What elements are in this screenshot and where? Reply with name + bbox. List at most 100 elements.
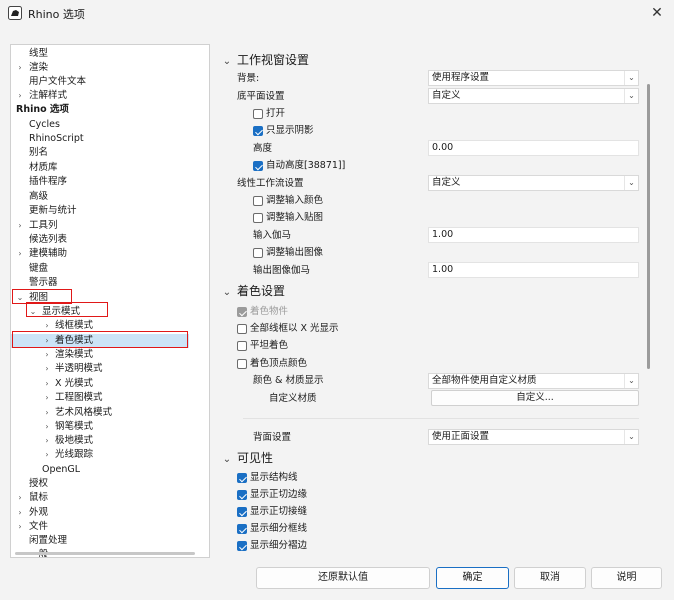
tree-item-files[interactable]: › 文件 [11,520,207,534]
tree-item-modeling-aids[interactable]: › 建模辅助 [11,247,207,261]
tree-item-library[interactable]: 材质库 [11,161,207,175]
show-tangent-seams-checkbox[interactable] [237,507,247,517]
tree-item-shaded-mode[interactable]: › 着色模式 [11,334,189,348]
settings-scrollbar[interactable] [647,84,650,369]
section-shading-settings[interactable]: ⌄ 着色设置 [221,282,285,300]
tree-item-artistic-mode[interactable]: › 艺术风格模式 [11,406,207,420]
tree-item-ghosted-mode[interactable]: › 半透明模式 [11,362,207,376]
chevron-right-icon[interactable]: › [42,377,52,391]
chevron-down-icon[interactable]: ⌄ [221,53,233,71]
cancel-button[interactable]: 取消 [514,567,586,589]
close-button[interactable]: ✕ [646,3,668,23]
chevron-right-icon[interactable]: › [42,319,52,333]
tree-horizontal-scrollbar[interactable] [15,552,195,555]
tree-item-linetypes[interactable]: 线型 [11,47,207,61]
chevron-right-icon[interactable]: › [15,247,25,261]
tree-item-cycles[interactable]: Cycles [11,118,207,132]
chevron-down-icon[interactable]: ⌄ [624,430,638,444]
tree-item-display-modes[interactable]: ⌄ 显示模式 [11,305,207,319]
chevron-right-icon[interactable]: › [15,491,25,505]
chevron-down-icon[interactable]: ⌄ [624,71,638,85]
xray-all-checkbox[interactable] [237,324,247,334]
tree-item-keyboard[interactable]: 键盘 [11,262,207,276]
tree-item-advanced[interactable]: 高级 [11,190,207,204]
chevron-right-icon[interactable]: › [15,219,25,233]
tree-item-licenses[interactable]: 授权 [11,477,207,491]
chevron-right-icon[interactable]: › [42,348,52,362]
shade-objects-checkbox[interactable] [237,307,247,317]
tree-item-raytraced-mode[interactable]: › 光线跟踪 [11,448,207,462]
tree-item-rendered-mode[interactable]: › 渲染模式 [11,348,207,362]
tree-item-rhinoscript[interactable]: RhinoScript [11,132,207,146]
vertex-color-checkbox[interactable] [237,359,247,369]
auto-height-checkbox[interactable] [253,161,263,171]
chevron-down-icon[interactable]: ⌄ [624,176,638,190]
divider [243,418,639,419]
output-gamma-input[interactable]: 1.00 [428,262,639,278]
chevron-right-icon[interactable]: › [15,506,25,520]
color-material-dropdown[interactable]: 全部物件使用自定义材质 ⌄ [428,373,639,389]
tree-item-mouse[interactable]: › 鼠标 [11,491,207,505]
help-button[interactable]: 说明 [591,567,662,589]
restore-defaults-button[interactable]: 还原默认值 [256,567,430,589]
tree-item-annotation-styles[interactable]: › 注解样式 [11,89,207,103]
tree-item-appearance[interactable]: › 外观 [11,506,207,520]
chevron-down-icon[interactable]: ⌄ [624,89,638,103]
section-viewport-settings[interactable]: ⌄ 工作视窗设置 [221,51,309,69]
ground-plane-dropdown[interactable]: 自定义 ⌄ [428,88,639,104]
linear-workflow-dropdown[interactable]: 自定义 ⌄ [428,175,639,191]
tree-item-opengl[interactable]: OpenGL [11,463,207,477]
tree-item-aliases[interactable]: 别名 [11,146,207,160]
adjust-input-texture-checkbox[interactable] [253,213,263,223]
ok-button[interactable]: 确定 [436,567,509,589]
tree-item-user-text[interactable]: 用户文件文本 [11,75,207,89]
background-label: 背景: [237,73,260,84]
show-isocurves-checkbox[interactable] [237,473,247,483]
tree-item-candidate-list[interactable]: 候选列表 [11,233,207,247]
tree-item-updates[interactable]: 更新与统计 [11,204,207,218]
chevron-right-icon[interactable]: › [15,89,25,103]
chevron-right-icon[interactable]: › [42,448,52,462]
chevron-right-icon[interactable]: › [42,391,52,405]
tree-item-wireframe-mode[interactable]: › 线框模式 [11,319,207,333]
chevron-right-icon[interactable]: › [42,420,52,434]
chevron-down-icon[interactable]: ⌄ [221,284,233,302]
shade-objects-label: 着色物件 [250,306,289,317]
chevron-down-icon[interactable]: ⌄ [221,451,233,469]
chevron-right-icon[interactable]: › [42,406,52,420]
flat-shading-checkbox[interactable] [237,341,247,351]
chevron-down-icon[interactable]: ⌄ [28,305,38,319]
tree-item-idle-processor[interactable]: 闲置处理 [11,534,207,548]
tree-item-technical-mode[interactable]: › 工程图模式 [11,391,207,405]
background-dropdown[interactable]: 使用程序设置 ⌄ [428,70,639,86]
tree-item-plugins[interactable]: 插件程序 [11,175,207,189]
show-subd-creases-checkbox[interactable] [237,541,247,551]
show-subd-wireframe-checkbox[interactable] [237,524,247,534]
ground-plane-on-checkbox[interactable] [253,109,263,119]
chevron-down-icon[interactable]: ⌄ [15,291,25,305]
chevron-right-icon[interactable]: › [42,334,52,348]
tree-item-view[interactable]: ⌄ 视图 [11,291,207,305]
chevron-right-icon[interactable]: › [15,520,25,534]
tree-item-toolbars[interactable]: › 工具列 [11,219,207,233]
chevron-down-icon[interactable]: ⌄ [624,374,638,388]
tree-item-pen-mode[interactable]: › 钢笔模式 [11,420,207,434]
tree-item-arctic-mode[interactable]: › 极地模式 [11,434,207,448]
linear-workflow-label: 线性工作流设置 [237,178,304,189]
tree-item-rhino-options[interactable]: Rhino 选项 [11,103,207,117]
tree-item-alerter[interactable]: 警示器 [11,276,207,290]
custom-material-button[interactable]: 自定义... [431,390,639,406]
shadows-only-checkbox[interactable] [253,126,263,136]
adjust-input-color-checkbox[interactable] [253,196,263,206]
show-tangent-edges-checkbox[interactable] [237,490,247,500]
chevron-right-icon[interactable]: › [42,362,52,376]
chevron-right-icon[interactable]: › [15,61,25,75]
input-gamma-input[interactable]: 1.00 [428,227,639,243]
chevron-right-icon[interactable]: › [42,434,52,448]
section-visibility[interactable]: ⌄ 可见性 [221,449,273,467]
backface-dropdown[interactable]: 使用正面设置 ⌄ [428,429,639,445]
tree-item-xray-mode[interactable]: › X 光模式 [11,377,207,391]
tree-item-render[interactable]: › 渲染 [11,61,207,75]
adjust-output-image-checkbox[interactable] [253,248,263,258]
height-input[interactable]: 0.00 [428,140,639,156]
